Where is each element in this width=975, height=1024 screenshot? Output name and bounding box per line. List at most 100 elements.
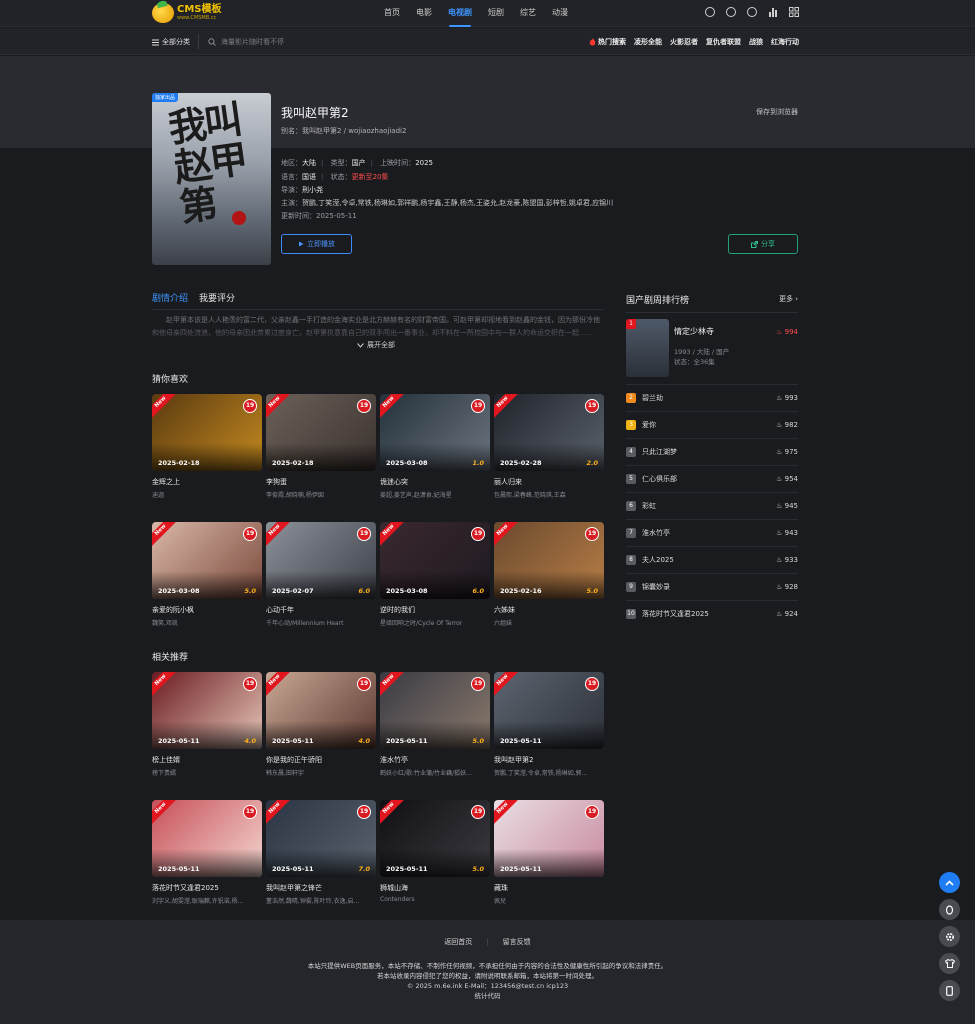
nav-item[interactable]: 动漫 bbox=[544, 0, 576, 27]
ranking-row[interactable]: 6 彩虹 ♨ 945 bbox=[626, 492, 798, 519]
ranking-row[interactable]: 5 仁心俱乐部 ♨ 954 bbox=[626, 465, 798, 492]
video-title[interactable]: 诡迷心突 bbox=[380, 477, 490, 487]
ranking-top-item[interactable]: 1 情定少林寺 1993 / 大陆 / 国产 状态：全36集 ♨ 994 bbox=[626, 319, 798, 377]
footer-link-home[interactable]: 返回首页 bbox=[444, 938, 472, 946]
tab-synopsis[interactable]: 剧情介绍 bbox=[152, 291, 188, 304]
mobile-button[interactable] bbox=[939, 980, 960, 1001]
nav-item[interactable]: 首页 bbox=[376, 0, 408, 27]
nav-item[interactable]: 电视剧 bbox=[440, 0, 480, 27]
director-value[interactable]: 刑小尧 bbox=[302, 186, 323, 194]
grid-icon[interactable] bbox=[789, 7, 799, 17]
video-thumbnail[interactable]: New 19 2025-05-11 bbox=[494, 800, 604, 877]
nav-item[interactable]: 综艺 bbox=[512, 0, 544, 27]
video-title[interactable]: 落花时节又逢君2025 bbox=[152, 883, 262, 893]
video-thumbnail[interactable]: New 19 2025-03-08 5.0 bbox=[152, 522, 262, 599]
video-card[interactable]: New 19 2025-02-07 6.0 心动千年 千年心动/Millennium He… bbox=[266, 522, 376, 627]
video-thumbnail[interactable]: New 19 2025-05-11 4.0 bbox=[266, 672, 376, 749]
video-thumbnail[interactable]: New 19 2025-02-18 bbox=[152, 394, 262, 471]
ranking-name[interactable]: 只此江湖梦 bbox=[642, 447, 677, 457]
back-to-top-button[interactable] bbox=[939, 872, 960, 893]
hot-search-item[interactable]: 火影忍者 bbox=[670, 37, 698, 47]
ranking-name[interactable]: 夫人2025 bbox=[642, 555, 674, 565]
video-title[interactable]: 我叫赵甲第之锋芒 bbox=[266, 883, 376, 893]
video-title[interactable]: 心动千年 bbox=[266, 605, 376, 615]
video-thumbnail[interactable]: New 19 2025-02-16 5.0 bbox=[494, 522, 604, 599]
ranking-row[interactable]: 9 锦囊妙录 ♨ 928 bbox=[626, 573, 798, 600]
type-value[interactable]: 国产 bbox=[352, 159, 366, 167]
theme-icon[interactable] bbox=[747, 7, 757, 17]
video-title[interactable]: 逆时的我们 bbox=[380, 605, 490, 615]
hot-search-item[interactable]: 战狼 bbox=[749, 37, 763, 47]
video-title[interactable]: 我叫赵甲第2 bbox=[494, 755, 604, 765]
cast-value[interactable]: 贺鹏,丁笑滢,令卓,常铁,杨琳如,郭祥鹏,杨宇鑫,王静,杨杰,王姿允,赵龙豪,陈… bbox=[302, 199, 613, 207]
settings-button[interactable] bbox=[939, 926, 960, 947]
skin-button[interactable] bbox=[939, 953, 960, 974]
ranking-more-link[interactable]: 更多 › bbox=[779, 294, 798, 304]
video-thumbnail[interactable]: New 19 2025-05-11 bbox=[152, 800, 262, 877]
video-card[interactable]: New 19 2025-05-11 落花时节又逢君2025 刘宇义,胡雯滢,耿瑞麒,许钒… bbox=[152, 800, 262, 905]
video-thumbnail[interactable]: New 19 2025-05-11 bbox=[494, 672, 604, 749]
chart-icon[interactable] bbox=[768, 7, 778, 17]
ranking-row[interactable]: 2 碧兰劫 ♨ 993 bbox=[626, 384, 798, 411]
video-title[interactable]: 亲爱的阮小枫 bbox=[152, 605, 262, 615]
region-value[interactable]: 大陆 bbox=[302, 159, 316, 167]
video-title[interactable]: 藏珠 bbox=[494, 883, 604, 893]
tab-rating[interactable]: 我要评分 bbox=[199, 291, 235, 304]
ranking-name[interactable]: 碧兰劫 bbox=[642, 393, 663, 403]
video-title[interactable]: 你是我的正午骄阳 bbox=[266, 755, 376, 765]
nav-item[interactable]: 电影 bbox=[408, 0, 440, 27]
video-title[interactable]: 丽人归来 bbox=[494, 477, 604, 487]
video-thumbnail[interactable]: New 19 2025-02-18 bbox=[266, 394, 376, 471]
play-now-button[interactable]: 立即播放 bbox=[281, 234, 352, 254]
video-card[interactable]: New 19 2025-03-08 1.0 诡迷心突 姜超,姜艺声,赵潇食,妃海星 bbox=[380, 394, 490, 499]
ranking-name[interactable]: 仁心俱乐部 bbox=[642, 474, 677, 484]
video-thumbnail[interactable]: New 19 2025-05-11 7.0 bbox=[266, 800, 376, 877]
all-categories-button[interactable]: 全部分类 bbox=[152, 37, 190, 47]
save-to-browser-link[interactable]: 保存到浏览器 bbox=[756, 107, 798, 117]
site-logo[interactable]: CMS模板 www.CMSMB.cc bbox=[152, 3, 222, 23]
release-value[interactable]: 2025 bbox=[415, 159, 433, 167]
video-title[interactable]: 金辉之上 bbox=[152, 477, 262, 487]
ranking-row[interactable]: 7 淮水竹亭 ♨ 943 bbox=[626, 519, 798, 546]
video-title[interactable]: 六姊妹 bbox=[494, 605, 604, 615]
ranking-name[interactable]: 淮水竹亭 bbox=[642, 528, 670, 538]
video-title[interactable]: 淮水竹亭 bbox=[380, 755, 490, 765]
nav-item[interactable]: 短剧 bbox=[480, 0, 512, 27]
video-card[interactable]: New 19 2025-05-11 我叫赵甲第2 贺鹏,丁笑滢,令卓,常铁,杨琳如,郭.… bbox=[494, 672, 604, 777]
ranking-row[interactable]: 8 夫人2025 ♨ 933 bbox=[626, 546, 798, 573]
video-card[interactable]: New 19 2025-03-08 5.0 亲爱的阮小枫 魏笑,邓凯 bbox=[152, 522, 262, 627]
video-card[interactable]: New 19 2025-02-18 金辉之上 迪迦 bbox=[152, 394, 262, 499]
hot-search-item[interactable]: 凌形全能 bbox=[634, 37, 662, 47]
video-title[interactable]: 榜上佳婿 bbox=[152, 755, 262, 765]
video-thumbnail[interactable]: New 19 2025-05-11 4.0 bbox=[152, 672, 262, 749]
video-card[interactable]: New 19 2025-05-11 藏珠 佩兒 bbox=[494, 800, 604, 905]
video-card[interactable]: New 19 2025-02-16 5.0 六姊妹 六姐妹 bbox=[494, 522, 604, 627]
hot-search-item[interactable]: 复仇者联盟 bbox=[706, 37, 741, 47]
video-card[interactable]: New 19 2025-03-08 6.0 逆时的我们 星绎回响之时/Cycle Of T… bbox=[380, 522, 490, 627]
ranking-row[interactable]: 4 只此江湖梦 ♨ 975 bbox=[626, 438, 798, 465]
ranking-name[interactable]: 彩虹 bbox=[642, 501, 656, 511]
video-card[interactable]: New 19 2025-02-28 2.0 丽人归来 包晨熙,梁春峰,范晓琪,王森 bbox=[494, 394, 604, 499]
hot-search-item[interactable]: 红海行动 bbox=[771, 37, 799, 47]
video-thumbnail[interactable]: New 19 2025-03-08 1.0 bbox=[380, 394, 490, 471]
message-icon[interactable] bbox=[726, 7, 736, 17]
ranking-name[interactable]: 爱你 bbox=[642, 420, 656, 430]
search-input[interactable]: 海量影片随时看不停 bbox=[208, 37, 284, 47]
video-thumbnail[interactable]: New 19 2025-05-11 5.0 bbox=[380, 800, 490, 877]
footer-link-feedback[interactable]: 留言反馈 bbox=[503, 938, 531, 946]
video-title[interactable]: 狮城山海 bbox=[380, 883, 490, 893]
detail-poster[interactable]: 独家出品 我叫赵甲第 bbox=[152, 93, 271, 265]
ranking-row[interactable]: 10 落花时节又逢君2025 ♨ 924 bbox=[626, 600, 798, 627]
video-card[interactable]: New 19 2025-05-11 4.0 榜上佳婿 榜下贵婿 bbox=[152, 672, 262, 777]
video-thumbnail[interactable]: New 19 2025-05-11 5.0 bbox=[380, 672, 490, 749]
video-thumbnail[interactable]: New 19 2025-02-07 6.0 bbox=[266, 522, 376, 599]
video-title[interactable]: 李狗蛋 bbox=[266, 477, 376, 487]
video-thumbnail[interactable]: New 19 2025-02-28 2.0 bbox=[494, 394, 604, 471]
share-button[interactable]: 分享 bbox=[728, 234, 798, 254]
video-card[interactable]: New 19 2025-05-11 5.0 淮水竹亭 鹤妖小红/歌:竹业蒲/竹业藕/狐妖.… bbox=[380, 672, 490, 777]
history-icon[interactable] bbox=[705, 7, 715, 17]
video-card[interactable]: New 19 2025-05-11 7.0 我叫赵甲第之锋芒 董浩然,魏晴,钟雾,陈叶玲,… bbox=[266, 800, 376, 905]
video-card[interactable]: New 19 2025-05-11 4.0 你是我的正午骄阳 韩东晨,田轩宇 bbox=[266, 672, 376, 777]
video-thumbnail[interactable]: New 19 2025-03-08 6.0 bbox=[380, 522, 490, 599]
video-card[interactable]: New 19 2025-05-11 5.0 狮城山海 Contenders bbox=[380, 800, 490, 905]
